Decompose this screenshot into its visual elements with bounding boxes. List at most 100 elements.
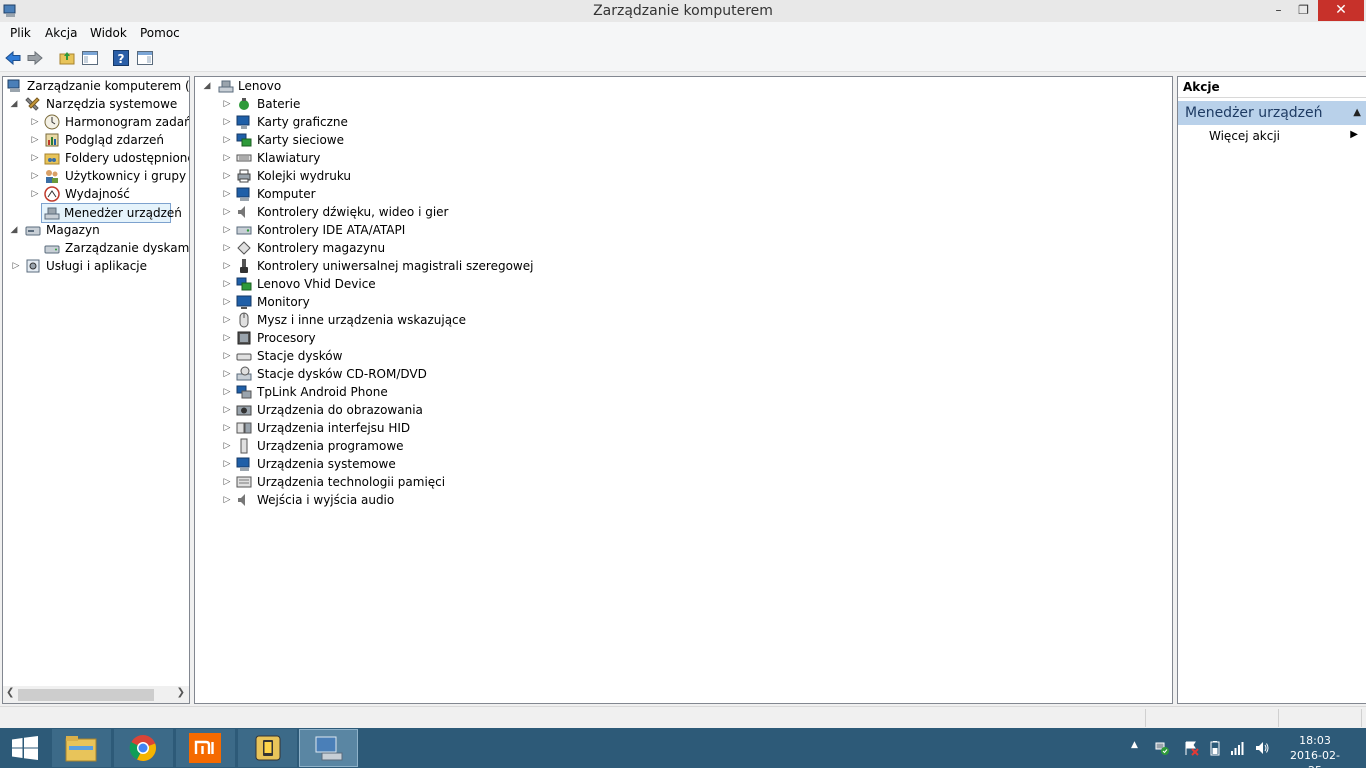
show-hidden-icons-icon[interactable]: ▲ <box>1131 740 1138 750</box>
help-icon[interactable]: ? <box>112 49 130 67</box>
expand-arrow-icon[interactable]: ▷ <box>222 239 232 257</box>
device-category-item[interactable]: ▷ Klawiatury <box>195 149 595 167</box>
submenu-arrow-icon[interactable]: ▶ <box>1350 129 1358 140</box>
expand-arrow-icon[interactable]: ▷ <box>222 203 232 221</box>
collapse-arrow-icon[interactable]: ◢ <box>202 77 212 95</box>
expand-arrow-icon[interactable]: ▷ <box>222 365 232 383</box>
expand-arrow-icon[interactable]: ▷ <box>222 167 232 185</box>
more-actions-link[interactable]: Więcej akcji <box>1209 129 1280 143</box>
device-category-item[interactable]: ▷ Stacje dysków <box>195 347 595 365</box>
menu-view[interactable]: Widok <box>90 26 127 40</box>
device-category-item[interactable]: ▷ Kolejki wydruku <box>195 167 595 185</box>
device-category-item[interactable]: ▷ Lenovo Vhid Device <box>195 275 595 293</box>
device-category-item[interactable]: ▷ Kontrolery uniwersalnej magistrali szer… <box>195 257 595 275</box>
tree-item-performance[interactable]: ▷ Wydajność <box>5 185 189 203</box>
device-category-item[interactable]: ▷ Urządzenia do obrazowania <box>195 401 595 419</box>
device-category-item[interactable]: ▷ Urządzenia systemowe <box>195 455 595 473</box>
network-status-icon[interactable] <box>1154 740 1170 756</box>
expand-arrow-icon[interactable]: ▷ <box>222 185 232 203</box>
expand-arrow-icon[interactable]: ▷ <box>222 221 232 239</box>
device-category-item[interactable]: ▷ Monitory <box>195 293 595 311</box>
taskbar-file-explorer[interactable] <box>52 729 111 767</box>
volume-icon[interactable] <box>1254 740 1270 756</box>
scrollbar-thumb[interactable] <box>18 689 154 701</box>
minimize-button[interactable]: – <box>1265 0 1292 21</box>
device-tree-pane[interactable]: ◢ Lenovo ▷ Baterie ▷ Karty graficzne ▷ Karty … <box>194 76 1173 704</box>
tree-item-services-applications[interactable]: ▷ Usługi i aplikacje <box>5 257 189 275</box>
device-category-item[interactable]: ▷ Komputer <box>195 185 595 203</box>
menu-file[interactable]: Plik <box>10 26 31 40</box>
device-category-item[interactable]: ▷ Kontrolery magazynu <box>195 239 595 257</box>
tree-item-local-users-groups[interactable]: ▷ Użytkownicy i grupy lok <box>5 167 189 185</box>
signal-strength-icon[interactable] <box>1230 740 1246 756</box>
scroll-right-icon[interactable]: ❯ <box>177 687 185 698</box>
expand-arrow-icon[interactable]: ▷ <box>222 293 232 311</box>
actions-group-device-manager[interactable]: Menedżer urządzeń ▲ <box>1178 101 1366 125</box>
show-hide-console-tree-icon[interactable] <box>81 49 99 67</box>
show-hide-action-pane-icon[interactable] <box>136 49 154 67</box>
up-folder-icon[interactable] <box>58 49 76 67</box>
expand-arrow-icon[interactable]: ▷ <box>30 113 40 131</box>
expand-arrow-icon[interactable]: ▷ <box>222 113 232 131</box>
tree-item-computer-management[interactable]: Zarządzanie komputerem (loka <box>5 77 189 95</box>
device-category-item[interactable]: ▷ TpLink Android Phone <box>195 383 595 401</box>
expand-arrow-icon[interactable]: ▷ <box>222 311 232 329</box>
expand-arrow-icon[interactable]: ▷ <box>222 401 232 419</box>
device-category-item[interactable]: ▷ Kontrolery dźwięku, wideo i gier <box>195 203 595 221</box>
action-center-flag-icon[interactable] <box>1183 740 1199 756</box>
collapse-up-icon[interactable]: ▲ <box>1353 101 1361 125</box>
expand-arrow-icon[interactable]: ▷ <box>222 95 232 113</box>
maximize-button[interactable]: ❐ <box>1290 0 1317 21</box>
tree-item-storage[interactable]: ◢ Magazyn <box>5 221 189 239</box>
expand-arrow-icon[interactable]: ▷ <box>222 437 232 455</box>
device-category-item[interactable]: ▷ Urządzenia programowe <box>195 437 595 455</box>
taskbar-mi-app[interactable] <box>176 729 235 767</box>
device-category-item[interactable]: ▷ Wejścia i wyjścia audio <box>195 491 595 509</box>
device-tree-root[interactable]: ◢ Lenovo <box>195 77 595 95</box>
expand-arrow-icon[interactable]: ▷ <box>222 473 232 491</box>
expand-arrow-icon[interactable]: ▷ <box>222 455 232 473</box>
device-category-item[interactable]: ▷ Mysz i inne urządzenia wskazujące <box>195 311 595 329</box>
tree-item-event-viewer[interactable]: ▷ Podgląd zdarzeń <box>5 131 189 149</box>
taskbar-computer-management[interactable] <box>299 729 358 767</box>
device-category-item[interactable]: ▷ Karty sieciowe <box>195 131 595 149</box>
close-button[interactable]: ✕ <box>1318 0 1364 21</box>
start-windows-icon[interactable] <box>11 736 39 760</box>
expand-arrow-icon[interactable]: ▷ <box>222 419 232 437</box>
expand-arrow-icon[interactable]: ▷ <box>222 383 232 401</box>
battery-icon[interactable] <box>1207 740 1223 756</box>
expand-arrow-icon[interactable]: ▷ <box>222 149 232 167</box>
expand-arrow-icon[interactable]: ▷ <box>30 131 40 149</box>
console-tree-pane[interactable]: Zarządzanie komputerem (loka ◢ Narzędzia… <box>2 76 190 704</box>
expand-arrow-icon[interactable]: ▷ <box>30 167 40 185</box>
device-category-item[interactable]: ▷ Urządzenia technologii pamięci <box>195 473 595 491</box>
expand-arrow-icon[interactable]: ▷ <box>30 149 40 167</box>
device-category-item[interactable]: ▷ Karty graficzne <box>195 113 595 131</box>
expand-arrow-icon[interactable]: ▷ <box>11 257 21 275</box>
tree-item-device-manager[interactable]: Menedżer urządzeń <box>41 203 182 223</box>
tree-item-system-tools[interactable]: ◢ Narzędzia systemowe <box>5 95 189 113</box>
horizontal-scrollbar[interactable]: ❮ ❯ <box>3 686 189 703</box>
expand-arrow-icon[interactable]: ▷ <box>222 347 232 365</box>
collapse-arrow-icon[interactable]: ◢ <box>9 95 19 113</box>
device-category-item[interactable]: ▷ Baterie <box>195 95 595 113</box>
device-category-item[interactable]: ▷ Procesory <box>195 329 595 347</box>
tree-item-task-scheduler[interactable]: ▷ Harmonogram zadań <box>5 113 189 131</box>
taskbar-chrome[interactable] <box>114 729 173 767</box>
menu-action[interactable]: Akcja <box>45 26 77 40</box>
scroll-left-icon[interactable]: ❮ <box>6 687 14 698</box>
taskbar-mobile-app[interactable] <box>238 729 297 767</box>
expand-arrow-icon[interactable]: ▷ <box>30 185 40 203</box>
expand-arrow-icon[interactable]: ▷ <box>222 131 232 149</box>
device-category-item[interactable]: ▷ Kontrolery IDE ATA/ATAPI <box>195 221 595 239</box>
device-category-item[interactable]: ▷ Stacje dysków CD-ROM/DVD <box>195 365 595 383</box>
expand-arrow-icon[interactable]: ▷ <box>222 329 232 347</box>
menu-help[interactable]: Pomoc <box>140 26 180 40</box>
device-category-item[interactable]: ▷ Urządzenia interfejsu HID <box>195 419 595 437</box>
forward-icon[interactable] <box>26 49 44 67</box>
system-clock[interactable]: 18:03 2016-02-25 <box>1285 733 1345 768</box>
expand-arrow-icon[interactable]: ▷ <box>222 275 232 293</box>
tree-item-disk-management[interactable]: Zarządzanie dyskami <box>5 239 189 257</box>
back-icon[interactable] <box>4 49 22 67</box>
collapse-arrow-icon[interactable]: ◢ <box>9 221 19 239</box>
